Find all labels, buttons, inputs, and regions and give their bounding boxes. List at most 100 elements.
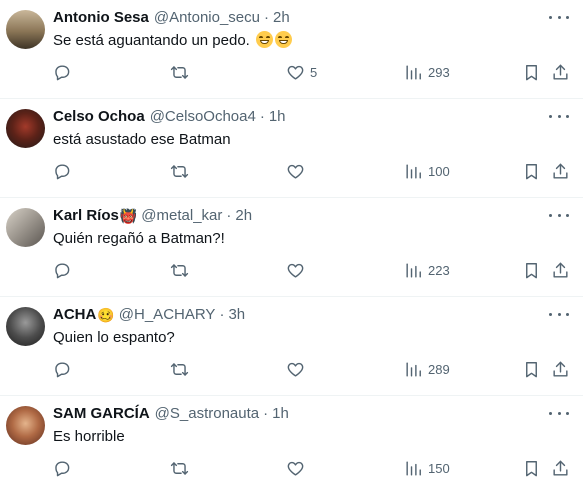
share-button[interactable]	[551, 159, 570, 183]
like-icon	[287, 362, 304, 377]
reply-button[interactable]	[52, 258, 71, 282]
bookmark-icon	[526, 262, 537, 278]
retweet-button[interactable]	[170, 60, 189, 84]
author-name[interactable]: Celso Ochoa	[53, 108, 145, 126]
bookmark-icon	[526, 460, 537, 476]
avatar[interactable]	[6, 208, 45, 247]
author-emoji: 👹	[119, 208, 138, 224]
views-button[interactable]: 150	[404, 456, 450, 480]
timestamp[interactable]: 1h	[269, 108, 286, 126]
reply-button[interactable]	[52, 159, 71, 183]
reply-button[interactable]	[52, 357, 71, 381]
reply-item[interactable]: SAM GARCÍA @S_astronauta · 1h Es horribl…	[0, 396, 583, 483]
more-icon[interactable]	[549, 210, 569, 220]
like-button[interactable]	[286, 357, 310, 381]
reply-text: está asustado ese Batman	[53, 131, 231, 148]
reply-header: ACHA 🥴 @H_ACHARY · 3h	[53, 306, 543, 324]
author-emoji: 🥴	[97, 307, 115, 323]
views-button[interactable]: 223	[404, 258, 450, 282]
like-button[interactable]	[286, 456, 310, 480]
bookmark-button[interactable]	[522, 60, 541, 84]
author-name[interactable]: ACHA	[53, 306, 96, 324]
bookmark-button[interactable]	[522, 159, 541, 183]
timestamp[interactable]: 1h	[272, 405, 289, 423]
more-icon[interactable]	[549, 408, 569, 418]
action-bar: 100	[0, 159, 583, 183]
reply-icon	[55, 361, 70, 377]
bookmark-button[interactable]	[522, 357, 541, 381]
reply-text: Se está aguantando un pedo.	[53, 31, 293, 51]
author-handle[interactable]: @CelsoOchoa4	[150, 108, 256, 126]
author-handle[interactable]: @S_astronauta	[155, 405, 259, 423]
separator-dot: ·	[226, 207, 232, 224]
bookmark-icon	[526, 64, 537, 80]
share-icon	[553, 361, 568, 377]
share-button[interactable]	[551, 357, 570, 381]
author-handle[interactable]: @H_ACHARY	[119, 306, 216, 324]
reply-item[interactable]: Antonio Sesa @Antonio_secu · 2h Se está …	[0, 0, 583, 99]
reply-header: Antonio Sesa @Antonio_secu · 2h	[53, 9, 543, 27]
reply-text: Es horrible	[53, 428, 125, 445]
reply-icon	[55, 460, 70, 476]
avatar[interactable]	[6, 406, 45, 445]
views-icon	[406, 361, 421, 377]
timestamp[interactable]: 2h	[235, 207, 252, 225]
avatar[interactable]	[6, 109, 45, 148]
more-icon[interactable]	[549, 111, 569, 121]
reply-text: Quien lo espanto?	[53, 329, 175, 346]
share-icon	[553, 64, 568, 80]
author-handle[interactable]: @metal_kar	[141, 207, 222, 225]
views-button[interactable]: 100	[404, 159, 450, 183]
reply-button[interactable]	[52, 60, 71, 84]
reply-text-content: Se está aguantando un pedo.	[53, 32, 250, 49]
share-button[interactable]	[551, 60, 570, 84]
timestamp[interactable]: 2h	[273, 9, 290, 27]
reply-item[interactable]: ACHA 🥴 @H_ACHARY · 3h Quien lo espanto? …	[0, 297, 583, 396]
bookmark-icon	[526, 163, 537, 179]
retweet-icon	[170, 65, 189, 79]
like-button[interactable]	[286, 258, 310, 282]
reply-icon	[55, 64, 70, 80]
reply-item[interactable]: Karl Ríos 👹 @metal_kar · 2h Quién regañó…	[0, 198, 583, 297]
more-icon[interactable]	[549, 309, 569, 319]
reply-header: Karl Ríos 👹 @metal_kar · 2h	[53, 207, 543, 225]
reply-item[interactable]: Celso Ochoa @CelsoOchoa4 · 1h está asust…	[0, 99, 583, 198]
separator-dot: ·	[219, 306, 225, 323]
bookmark-icon	[526, 361, 537, 377]
like-button[interactable]: 5	[286, 60, 317, 84]
bookmark-button[interactable]	[522, 258, 541, 282]
reply-button[interactable]	[52, 456, 71, 480]
like-button[interactable]	[286, 159, 310, 183]
author-name[interactable]: Karl Ríos	[53, 207, 119, 225]
share-button[interactable]	[551, 258, 570, 282]
avatar[interactable]	[6, 10, 45, 49]
retweet-button[interactable]	[170, 258, 189, 282]
action-bar: 5 293	[0, 60, 583, 84]
timestamp[interactable]: 3h	[228, 306, 245, 324]
avatar[interactable]	[6, 307, 45, 346]
grinning-face-icon	[256, 31, 274, 48]
retweet-button[interactable]	[170, 357, 189, 381]
view-count: 100	[428, 163, 450, 179]
retweet-button[interactable]	[170, 456, 189, 480]
action-bar: 150	[0, 456, 583, 480]
retweet-icon	[170, 164, 189, 178]
views-button[interactable]: 293	[404, 60, 450, 84]
reply-header: Celso Ochoa @CelsoOchoa4 · 1h	[53, 108, 543, 126]
author-name[interactable]: SAM GARCÍA	[53, 405, 150, 423]
views-button[interactable]: 289	[404, 357, 450, 381]
more-icon[interactable]	[549, 12, 569, 22]
grinning-face-icon	[275, 31, 293, 48]
view-count: 289	[428, 361, 450, 377]
author-handle[interactable]: @Antonio_secu	[154, 9, 260, 27]
retweet-button[interactable]	[170, 159, 189, 183]
reply-text: Quién regañó a Batman?!	[53, 230, 225, 247]
author-name[interactable]: Antonio Sesa	[53, 9, 149, 27]
like-icon	[287, 65, 304, 80]
separator-dot: ·	[263, 405, 269, 422]
retweet-icon	[170, 362, 189, 376]
bookmark-button[interactable]	[522, 456, 541, 480]
separator-dot: ·	[259, 108, 265, 125]
like-icon	[287, 164, 304, 179]
share-button[interactable]	[551, 456, 570, 480]
